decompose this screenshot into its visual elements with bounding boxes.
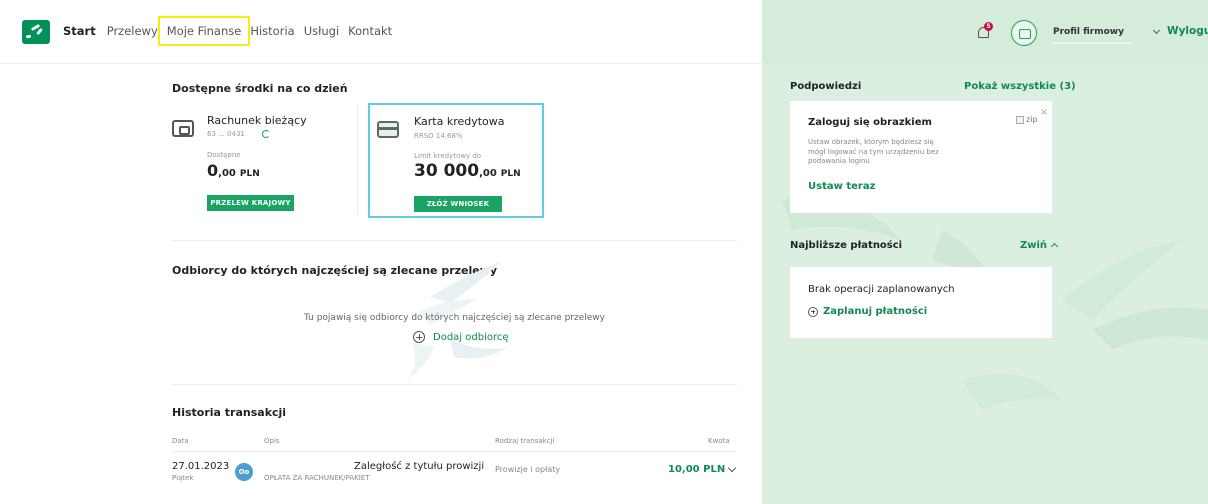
column-header-amount[interactable]: Kwota: [708, 437, 730, 445]
credit-limit-currency: PLN: [500, 169, 521, 179]
nav-item-historia[interactable]: Historia: [249, 24, 295, 38]
hint-card-body: Ustaw obrazek, którym będziesz się mógł …: [808, 138, 939, 167]
transaction-day: Piątek: [172, 474, 194, 482]
plan-payment-link[interactable]: Zaplanuj płatności: [808, 306, 927, 317]
wallet-circle-icon[interactable]: [1011, 20, 1037, 46]
section-divider: [172, 384, 737, 385]
available-currency: PLN: [239, 169, 260, 179]
right-sidebar: 5 Profil firmowy Wyloguj Podpowiedzi Pok…: [762, 0, 1208, 504]
background-birds-icon: [782, 0, 1208, 410]
transaction-amount: 10,00 PLN: [668, 464, 726, 475]
credit-card-card[interactable]: Karta kredytowa RRSO 14,68% Limit kredyt…: [368, 103, 544, 218]
profile-selector[interactable]: Profil firmowy: [1053, 27, 1124, 37]
collapse-label: Zwiń: [1020, 240, 1048, 251]
credit-card-icon: [377, 121, 399, 138]
chevron-up-icon: [1051, 242, 1059, 251]
available-amount: 0,00 PLN: [207, 161, 260, 180]
column-header-description: Opis: [264, 437, 280, 445]
column-header-type: Rodzaj transakcji: [495, 437, 555, 445]
cards-divider: [357, 103, 358, 215]
logout-link[interactable]: Wyloguj: [1167, 25, 1208, 37]
fee-category-icon: Oo: [235, 463, 253, 481]
main-content: Start Przelewy Moje Finanse Historia Usł…: [0, 0, 762, 504]
plus-circle-icon: [808, 306, 818, 317]
column-header-date[interactable]: Data: [172, 437, 189, 445]
credit-limit-label: Limit kredytowy do: [414, 152, 482, 160]
credit-limit-amount: 30 000,00 PLN: [414, 161, 521, 181]
broken-image-icon: zip: [1016, 115, 1038, 124]
transaction-description: Zaległość z tytułu prowizji: [354, 461, 485, 472]
table-header-divider: [172, 451, 737, 452]
hint-card-title: Zaloguj się obrazkiem: [808, 117, 932, 128]
current-account-title: Rachunek bieżący: [207, 114, 307, 127]
available-label: Dostępne: [207, 151, 241, 159]
nav-item-kontakt[interactable]: Kontakt: [347, 24, 393, 38]
hints-title: Podpowiedzi: [790, 81, 862, 92]
hint-card-body-line: podawania loginu: [808, 157, 870, 165]
payments-panel: Brak operacji zaplanowanych Zaplanuj pła…: [790, 267, 1052, 338]
credit-card-rrso: RRSO 14,68%: [414, 132, 463, 140]
transaction-date: 27.01.2023: [172, 461, 230, 472]
nav-item-przelewy[interactable]: Przelewy: [106, 24, 159, 38]
credit-limit-decimal: ,00: [479, 168, 497, 179]
collapse-payments-link[interactable]: Zwiń: [1020, 240, 1059, 251]
nav-item-uslugi[interactable]: Usługi: [303, 24, 340, 38]
notification-badge: 5: [984, 22, 993, 31]
set-now-link[interactable]: Ustaw teraz: [808, 181, 875, 192]
recipients-empty-text: Tu pojawią się odbiorcy do których najcz…: [304, 313, 605, 323]
no-payments-text: Brak operacji zaplanowanych: [808, 284, 955, 295]
wallet-icon: [172, 120, 194, 137]
hint-card-body-line: Ustaw obrazek, którym będziesz się: [808, 138, 934, 146]
chevron-down-icon[interactable]: [727, 463, 737, 473]
add-recipient-link[interactable]: Dodaj odbiorcę: [413, 331, 509, 343]
nav-item-start[interactable]: Start: [62, 24, 97, 38]
app-root: Start Przelewy Moje Finanse Historia Usł…: [0, 0, 1208, 504]
current-account-card[interactable]: Rachunek bieżący 63 ... 0431 Dostępne 0,…: [172, 103, 352, 218]
section-divider: [172, 240, 737, 241]
refresh-icon[interactable]: [262, 130, 270, 138]
broken-image-alt: zip: [1026, 115, 1038, 124]
available-amount-decimal: ,00: [218, 168, 236, 179]
hint-card: Zaloguj się obrazkiem Ustaw obrazek, któ…: [790, 101, 1052, 213]
nav-item-moje-finanse[interactable]: Moje Finanse: [157, 16, 251, 46]
plan-payment-label: Zaplanuj płatności: [823, 306, 928, 317]
credit-limit-integer: 30 000: [414, 161, 480, 181]
available-amount-integer: 0: [207, 161, 219, 180]
top-navigation-bar: Start Przelewy Moje Finanse Historia Usł…: [0, 0, 762, 64]
domestic-transfer-button[interactable]: PRZELEW KRAJOWY: [207, 195, 294, 211]
show-all-hints-link[interactable]: Pokaż wszystkie (3): [964, 81, 1076, 92]
bank-logo-icon[interactable]: [22, 20, 50, 44]
add-recipient-label: Dodaj odbiorcę: [433, 331, 509, 343]
credit-card-title: Karta kredytowa: [414, 115, 505, 128]
account-number: 63 ... 0431: [207, 130, 245, 138]
transaction-subdescription: OPŁATA ZA RACHUNEK/PAKIET: [264, 474, 370, 482]
payments-title: Najbliższe płatności: [790, 240, 903, 251]
history-section-title: Historia transakcji: [172, 406, 287, 419]
close-icon[interactable]: ×: [1040, 107, 1048, 118]
main-nav: Start Przelewy Moje Finanse Historia Usł…: [62, 16, 400, 46]
plus-circle-icon: [413, 331, 425, 343]
apply-button[interactable]: ZŁÓŻ WNIOSEK: [414, 196, 502, 212]
transaction-type: Prowizje i opłaty: [495, 465, 561, 474]
hint-card-body-line: mógł logować na tym urządzeniu bez: [808, 147, 939, 156]
funds-section-title: Dostępne środki na co dzień: [172, 82, 348, 95]
profile-underline: [1053, 42, 1131, 44]
